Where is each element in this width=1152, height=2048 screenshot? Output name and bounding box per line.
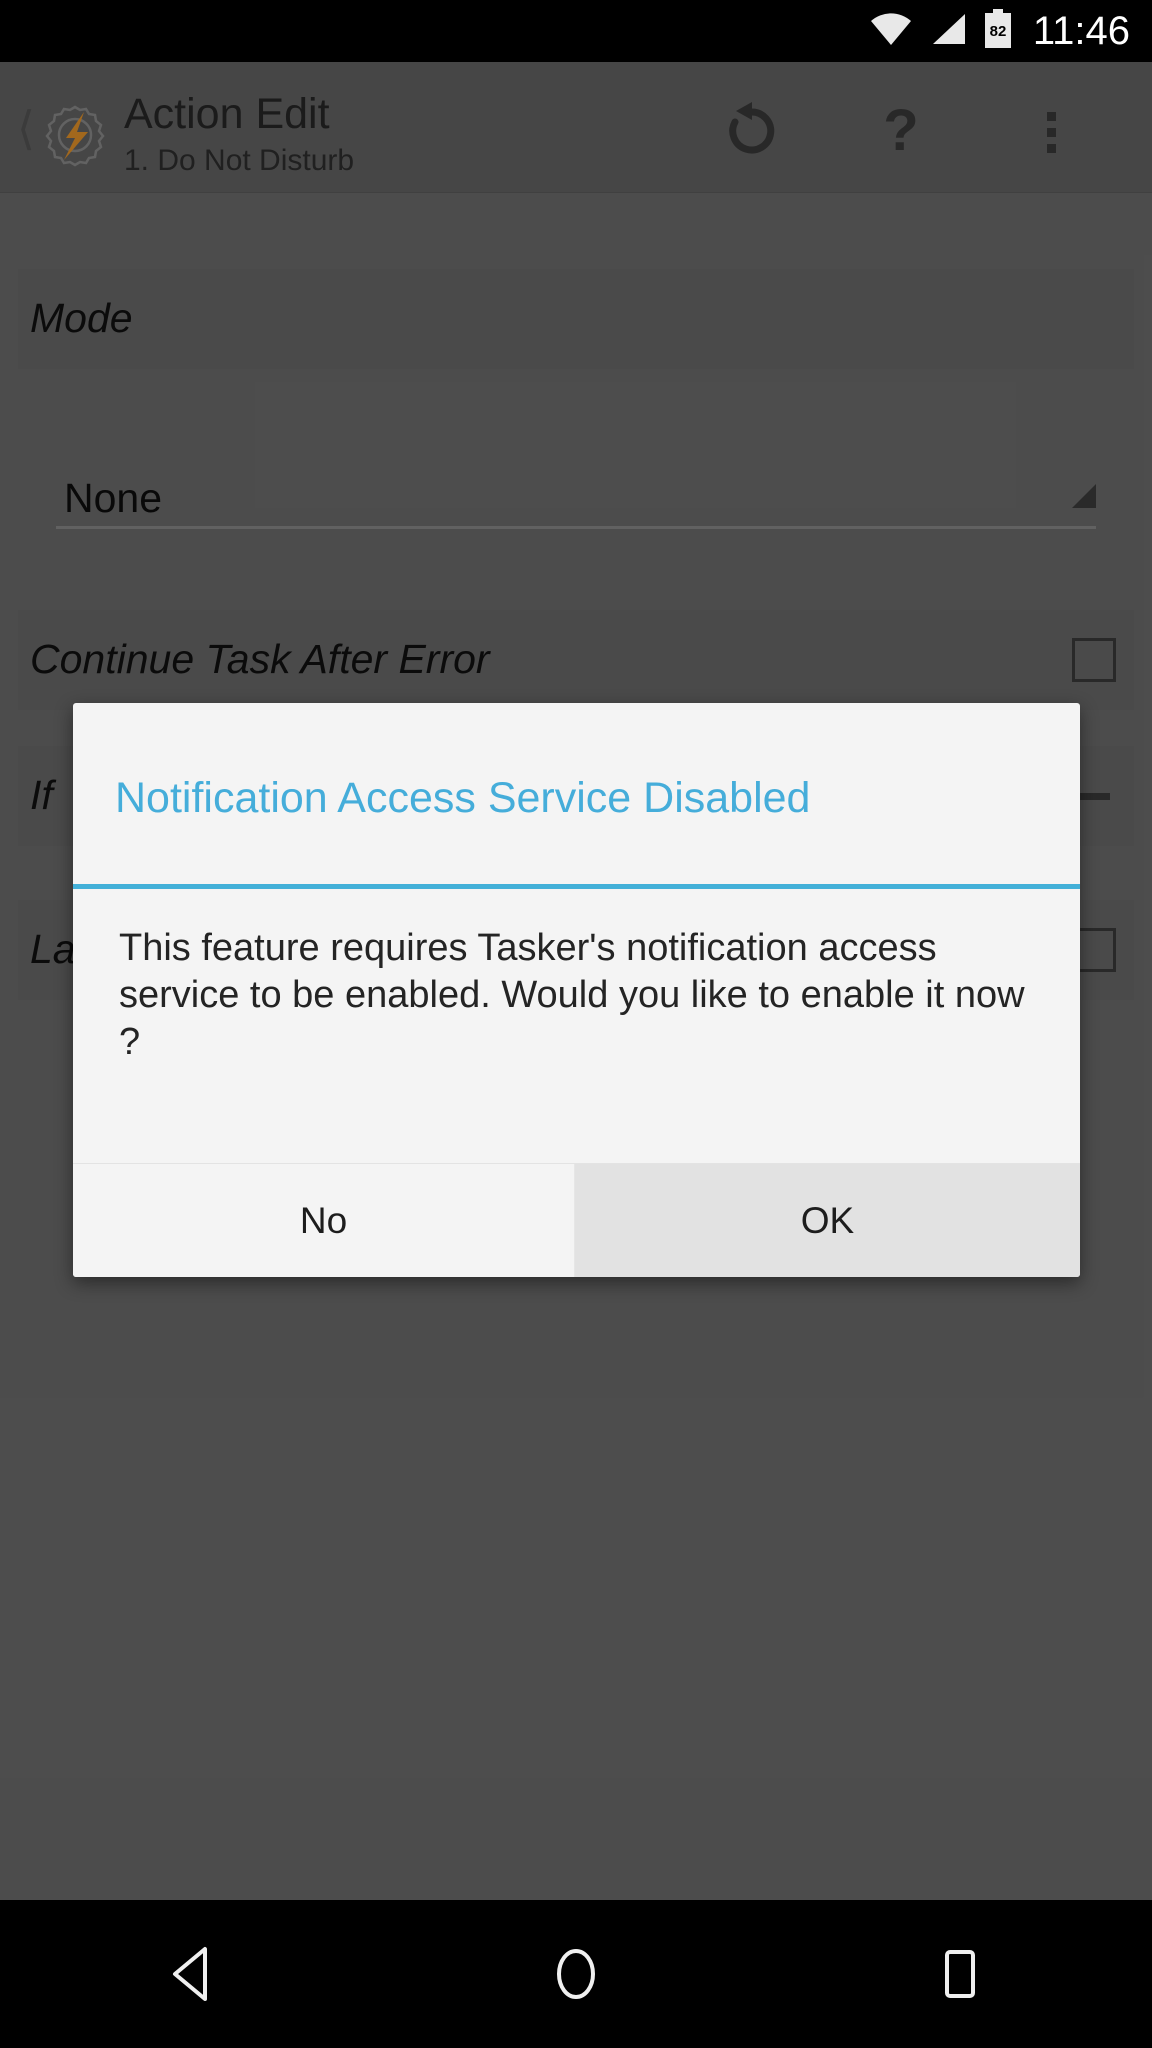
status-bar: 82 11:46	[0, 0, 1152, 62]
battery-icon: 82	[983, 8, 1013, 54]
cellular-signal-icon	[929, 12, 967, 51]
navigation-bar	[0, 1900, 1152, 2048]
back-triangle-icon[interactable]	[112, 1900, 272, 2048]
dialog-button-bar: No OK	[73, 1163, 1080, 1277]
recents-square-icon[interactable]	[880, 1900, 1040, 2048]
notification-access-dialog: Notification Access Service Disabled Thi…	[73, 703, 1080, 1277]
phone-screen: 82 11:46 ⟨ Action Edit 1. Do Not Disturb	[0, 0, 1152, 2048]
wifi-icon	[869, 12, 913, 51]
dialog-ok-button[interactable]: OK	[575, 1164, 1080, 1277]
dialog-no-button[interactable]: No	[73, 1164, 575, 1277]
dialog-message: This feature requires Tasker's notificat…	[119, 927, 1025, 1063]
dialog-title-divider	[73, 884, 1080, 889]
dialog-title: Notification Access Service Disabled	[115, 774, 811, 822]
status-clock: 11:46	[1032, 9, 1130, 53]
svg-text:82: 82	[990, 23, 1007, 40]
home-circle-icon[interactable]	[496, 1900, 656, 2048]
